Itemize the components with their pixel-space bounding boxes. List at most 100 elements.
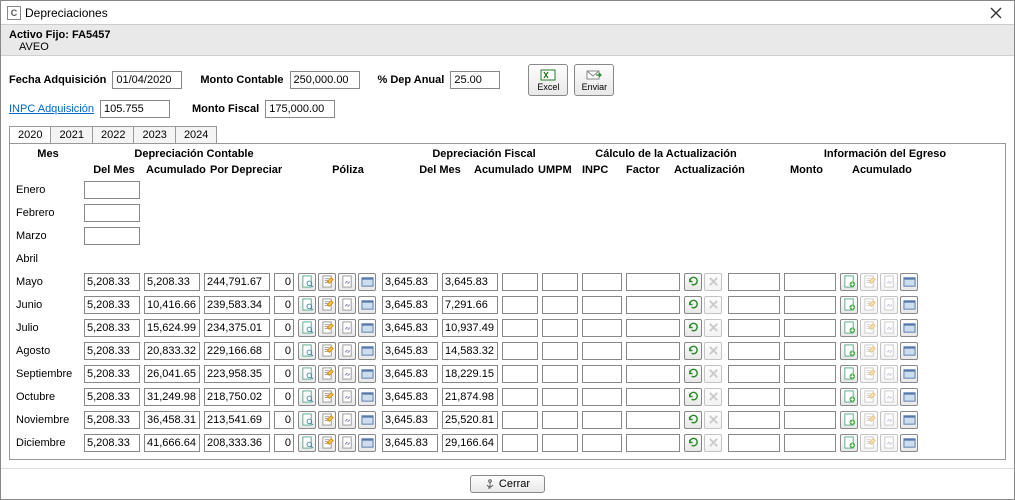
cell-facum[interactable]: 7,291.66 bbox=[442, 296, 498, 314]
cell-umpm[interactable] bbox=[502, 319, 538, 337]
cell-poliza[interactable]: 0 bbox=[274, 273, 294, 291]
refresh-btn[interactable] bbox=[684, 296, 702, 314]
egreso-btn[interactable] bbox=[880, 342, 898, 360]
egreso-btn[interactable] bbox=[900, 411, 918, 429]
cell-eacum[interactable] bbox=[784, 411, 836, 429]
cell-poliza[interactable]: 0 bbox=[274, 388, 294, 406]
cell-pordep[interactable]: 239,583.34 bbox=[204, 296, 270, 314]
cell-acum[interactable]: 10,416.66 bbox=[144, 296, 200, 314]
delete-btn[interactable] bbox=[704, 365, 722, 383]
tab-2021[interactable]: 2021 bbox=[50, 126, 92, 143]
cell-umpm[interactable] bbox=[502, 273, 538, 291]
excel-button[interactable]: Excel bbox=[528, 64, 568, 96]
close-button[interactable] bbox=[984, 3, 1008, 23]
refresh-btn[interactable] bbox=[684, 411, 702, 429]
egreso-btn[interactable] bbox=[860, 411, 878, 429]
cell-pordep[interactable]: 244,791.67 bbox=[204, 273, 270, 291]
input-monto-fiscal[interactable] bbox=[265, 100, 335, 118]
cell-monto[interactable] bbox=[728, 411, 780, 429]
cell-inpc[interactable] bbox=[542, 319, 578, 337]
poliza-btn[interactable] bbox=[298, 273, 316, 291]
cell-eacum[interactable] bbox=[784, 434, 836, 452]
egreso-btn[interactable] bbox=[880, 296, 898, 314]
egreso-btn[interactable] bbox=[880, 434, 898, 452]
cell-delmes[interactable]: 5,208.33 bbox=[84, 342, 140, 360]
cell-act[interactable] bbox=[626, 365, 680, 383]
egreso-btn[interactable] bbox=[860, 365, 878, 383]
poliza-btn[interactable] bbox=[318, 273, 336, 291]
cell-inpc[interactable] bbox=[542, 342, 578, 360]
poliza-btn[interactable] bbox=[338, 434, 356, 452]
poliza-btn[interactable] bbox=[298, 434, 316, 452]
egreso-btn[interactable] bbox=[840, 388, 858, 406]
cell-pordep[interactable]: 218,750.02 bbox=[204, 388, 270, 406]
cell-acum[interactable]: 26,041.65 bbox=[144, 365, 200, 383]
cell-poliza[interactable]: 0 bbox=[274, 365, 294, 383]
egreso-btn[interactable] bbox=[840, 296, 858, 314]
cell-fdelmes[interactable]: 3,645.83 bbox=[382, 411, 438, 429]
egreso-btn[interactable] bbox=[840, 342, 858, 360]
poliza-btn[interactable] bbox=[358, 388, 376, 406]
cell-umpm[interactable] bbox=[502, 365, 538, 383]
poliza-btn[interactable] bbox=[338, 365, 356, 383]
delete-btn[interactable] bbox=[704, 319, 722, 337]
egreso-btn[interactable] bbox=[880, 365, 898, 383]
cell-factor[interactable] bbox=[582, 411, 622, 429]
cell-eacum[interactable] bbox=[784, 342, 836, 360]
cell-fdelmes[interactable]: 3,645.83 bbox=[382, 342, 438, 360]
egreso-btn[interactable] bbox=[860, 319, 878, 337]
cell-monto[interactable] bbox=[728, 342, 780, 360]
cell-fdelmes[interactable]: 3,645.83 bbox=[382, 388, 438, 406]
cell-monto[interactable] bbox=[728, 365, 780, 383]
cell-acum[interactable]: 5,208.33 bbox=[144, 273, 200, 291]
cell-act[interactable] bbox=[626, 342, 680, 360]
input-dep-anual[interactable] bbox=[450, 71, 500, 89]
poliza-btn[interactable] bbox=[298, 296, 316, 314]
cell-eacum[interactable] bbox=[784, 273, 836, 291]
poliza-btn[interactable] bbox=[318, 434, 336, 452]
cell-act[interactable] bbox=[626, 411, 680, 429]
tab-2023[interactable]: 2023 bbox=[133, 126, 175, 143]
poliza-btn[interactable] bbox=[338, 388, 356, 406]
egreso-btn[interactable] bbox=[880, 388, 898, 406]
egreso-btn[interactable] bbox=[840, 365, 858, 383]
cell-poliza[interactable]: 0 bbox=[274, 411, 294, 429]
cell-factor[interactable] bbox=[582, 273, 622, 291]
poliza-btn[interactable] bbox=[298, 342, 316, 360]
egreso-btn[interactable] bbox=[840, 434, 858, 452]
cerrar-button[interactable]: Cerrar bbox=[470, 475, 545, 493]
cell-facum[interactable]: 14,583.32 bbox=[442, 342, 498, 360]
cell-fdelmes[interactable]: 3,645.83 bbox=[382, 434, 438, 452]
poliza-btn[interactable] bbox=[318, 319, 336, 337]
egreso-btn[interactable] bbox=[840, 411, 858, 429]
tab-2020[interactable]: 2020 bbox=[9, 126, 51, 143]
cell-monto[interactable] bbox=[728, 388, 780, 406]
cell-eacum[interactable] bbox=[784, 365, 836, 383]
refresh-btn[interactable] bbox=[684, 319, 702, 337]
egreso-btn[interactable] bbox=[840, 273, 858, 291]
cell-eacum[interactable] bbox=[784, 296, 836, 314]
refresh-btn[interactable] bbox=[684, 388, 702, 406]
cell-factor[interactable] bbox=[582, 319, 622, 337]
egreso-btn[interactable] bbox=[880, 411, 898, 429]
cell-act[interactable] bbox=[626, 388, 680, 406]
cell-factor[interactable] bbox=[582, 342, 622, 360]
egreso-btn[interactable] bbox=[840, 319, 858, 337]
cell-pordep[interactable]: 234,375.01 bbox=[204, 319, 270, 337]
egreso-btn[interactable] bbox=[860, 434, 878, 452]
cell-delmes[interactable]: 5,208.33 bbox=[84, 365, 140, 383]
cell-inpc[interactable] bbox=[542, 434, 578, 452]
link-inpc-adq[interactable]: INPC Adquisición bbox=[9, 103, 94, 115]
cell-facum[interactable]: 10,937.49 bbox=[442, 319, 498, 337]
poliza-btn[interactable] bbox=[358, 273, 376, 291]
cell-fdelmes[interactable]: 3,645.83 bbox=[382, 273, 438, 291]
egreso-btn[interactable] bbox=[880, 273, 898, 291]
cell-pordep[interactable]: 229,166.68 bbox=[204, 342, 270, 360]
cell-factor[interactable] bbox=[582, 365, 622, 383]
cell-fdelmes[interactable]: 3,645.83 bbox=[382, 319, 438, 337]
poliza-btn[interactable] bbox=[358, 296, 376, 314]
cell-delmes[interactable]: 5,208.33 bbox=[84, 319, 140, 337]
cell-facum[interactable]: 18,229.15 bbox=[442, 365, 498, 383]
cell-inpc[interactable] bbox=[542, 388, 578, 406]
cell-pordep[interactable]: 223,958.35 bbox=[204, 365, 270, 383]
